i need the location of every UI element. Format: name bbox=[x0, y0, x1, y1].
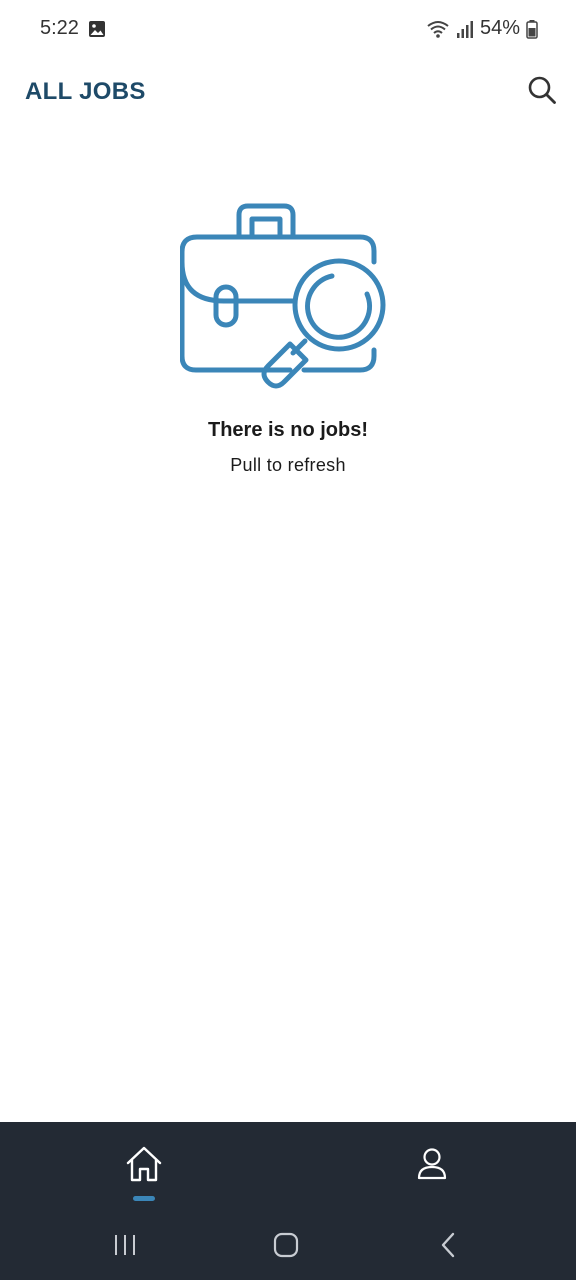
empty-state-title: There is no jobs! bbox=[207, 419, 369, 441]
bottom-navigation bbox=[0, 1122, 576, 1210]
nav-home-button[interactable] bbox=[124, 1144, 164, 1184]
gallery-notification-icon bbox=[89, 21, 105, 37]
wifi-icon bbox=[427, 20, 449, 38]
search-button[interactable] bbox=[524, 72, 560, 108]
system-home-button[interactable] bbox=[268, 1228, 304, 1262]
recent-apps-icon bbox=[115, 1235, 135, 1255]
empty-state: There is no jobs! Pull to refresh bbox=[0, 200, 576, 476]
battery-icon bbox=[526, 19, 538, 39]
app-bar: ALL JOBS bbox=[0, 58, 576, 124]
page-title: ALL JOBS bbox=[25, 78, 146, 105]
status-bar: 5:22 54% bbox=[0, 0, 576, 58]
active-tab-indicator bbox=[133, 1196, 155, 1201]
briefcase-search-icon bbox=[180, 203, 386, 389]
system-navigation-bar bbox=[0, 1210, 576, 1280]
empty-state-subtitle: Pull to refresh bbox=[230, 455, 346, 475]
user-icon bbox=[417, 1148, 447, 1180]
nav-profile-button[interactable] bbox=[412, 1144, 452, 1184]
home-icon bbox=[126, 1146, 162, 1182]
back-icon bbox=[441, 1232, 455, 1258]
status-time: 5:22 bbox=[40, 17, 79, 39]
search-icon bbox=[528, 76, 556, 104]
system-home-icon bbox=[273, 1232, 299, 1258]
status-indicators: 54% bbox=[426, 17, 538, 40]
signal-icon bbox=[456, 20, 473, 38]
system-back-button[interactable] bbox=[430, 1228, 466, 1262]
recent-apps-button[interactable] bbox=[107, 1228, 143, 1262]
battery-percentage: 54% bbox=[479, 17, 520, 39]
